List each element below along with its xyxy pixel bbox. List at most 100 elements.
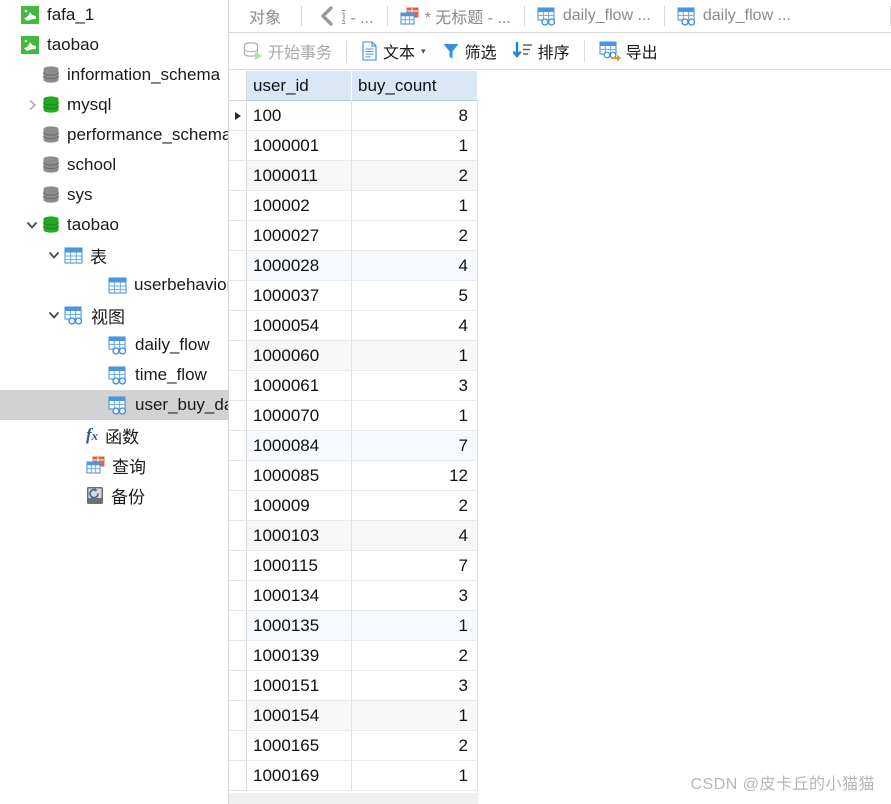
tree-item-user_buy_data[interactable]: user_buy_data	[0, 390, 228, 420]
table-row[interactable]: 1000028 4	[229, 251, 478, 281]
tab-3[interactable]: daily_flow ...	[523, 0, 664, 32]
table-row[interactable]: 1000037 5	[229, 281, 478, 311]
table-row[interactable]: 1000001 1	[229, 131, 478, 161]
tree-item-sys[interactable]: sys	[0, 180, 228, 210]
toolbar-button-文本[interactable]: 文本 ▾	[353, 36, 434, 66]
grid-column-header[interactable]: user_id	[247, 71, 352, 101]
cell-user_id[interactable]: 1000001	[247, 131, 352, 161]
row-selector-cell[interactable]	[229, 191, 247, 221]
cell-user_id[interactable]: 1000135	[247, 611, 352, 641]
cell-user_id[interactable]: 1000037	[247, 281, 352, 311]
row-selector-cell[interactable]	[229, 341, 247, 371]
tab-4[interactable]: daily_flow ...	[663, 0, 804, 32]
cell-buy_count[interactable]: 4	[352, 311, 478, 341]
cell-user_id[interactable]: 1000103	[247, 521, 352, 551]
table-row[interactable]: 100 8	[229, 101, 478, 131]
cell-buy_count[interactable]: 7	[352, 431, 478, 461]
table-row[interactable]: 1000084 7	[229, 431, 478, 461]
table-row[interactable]: 1000151 3	[229, 671, 478, 701]
cell-user_id[interactable]: 1000165	[247, 731, 352, 761]
row-selector-cell[interactable]	[229, 491, 247, 521]
chevron-down-icon[interactable]	[22, 219, 42, 231]
cell-user_id[interactable]: 1000028	[247, 251, 352, 281]
cell-user_id[interactable]: 1000134	[247, 581, 352, 611]
cell-buy_count[interactable]: 4	[352, 251, 478, 281]
cell-buy_count[interactable]: 2	[352, 491, 478, 521]
tab-2[interactable]: * 无标题 - ...	[386, 0, 524, 32]
row-selector-cell[interactable]	[229, 431, 247, 461]
cell-user_id[interactable]: 1000115	[247, 551, 352, 581]
table-row[interactable]: 100009 2	[229, 491, 478, 521]
row-selector-cell[interactable]	[229, 281, 247, 311]
tab-objects[interactable]: 对象	[229, 0, 301, 32]
cell-user_id[interactable]: 1000154	[247, 701, 352, 731]
table-row[interactable]: 1000165 2	[229, 731, 478, 761]
toolbar-button-导出[interactable]: 导出	[591, 36, 666, 66]
cell-user_id[interactable]: 1000151	[247, 671, 352, 701]
tree-item-备份[interactable]: 备份	[0, 480, 228, 510]
table-row[interactable]: 1000139 2	[229, 641, 478, 671]
cell-user_id[interactable]: 1000085	[247, 461, 352, 491]
toolbar-button-筛选[interactable]: 筛选	[434, 36, 505, 66]
tree-item-userbehavior[interactable]: userbehavior	[0, 270, 228, 300]
tree-item-daily_flow[interactable]: daily_flow	[0, 330, 228, 360]
cell-user_id[interactable]: 1000061	[247, 371, 352, 401]
cell-buy_count[interactable]: 2	[352, 221, 478, 251]
cell-user_id[interactable]: 1000027	[247, 221, 352, 251]
tree-item-taobao[interactable]: taobao	[0, 30, 228, 60]
cell-buy_count[interactable]: 4	[352, 521, 478, 551]
row-selector-cell[interactable]	[229, 581, 247, 611]
cell-buy_count[interactable]: 12	[352, 461, 478, 491]
chevron-right-icon[interactable]	[22, 99, 42, 111]
cell-user_id[interactable]: 1000084	[247, 431, 352, 461]
cell-buy_count[interactable]: 2	[352, 161, 478, 191]
data-grid[interactable]: user_id buy_count 100 8 1000001 1 1000011 2 1000…	[229, 71, 478, 791]
row-selector-cell[interactable]	[229, 131, 247, 161]
tree-item-fafa_1[interactable]: fafa_1	[0, 0, 228, 30]
table-row[interactable]: 1000085 12	[229, 461, 478, 491]
chevron-down-icon[interactable]	[44, 309, 64, 321]
cell-buy_count[interactable]: 1	[352, 401, 478, 431]
cell-user_id[interactable]: 100	[247, 101, 352, 131]
row-selector-cell[interactable]	[229, 701, 247, 731]
cell-buy_count[interactable]: 1	[352, 611, 478, 641]
cell-buy_count[interactable]: 1	[352, 131, 478, 161]
table-row[interactable]: 1000054 4	[229, 311, 478, 341]
table-row[interactable]: 1000103 4	[229, 521, 478, 551]
cell-user_id[interactable]: 1000139	[247, 641, 352, 671]
row-selector-cell[interactable]	[229, 371, 247, 401]
cell-user_id[interactable]: 1000060	[247, 341, 352, 371]
toolbar-button-排序[interactable]: 排序	[505, 36, 578, 66]
tree-item-查询[interactable]: 查询	[0, 450, 228, 480]
table-row[interactable]: 100002 1	[229, 191, 478, 221]
tree-item-information_schema[interactable]: information_schema	[0, 60, 228, 90]
tree-item-time_flow[interactable]: time_flow	[0, 360, 228, 390]
row-selector-cell[interactable]	[229, 671, 247, 701]
cell-buy_count[interactable]: 5	[352, 281, 478, 311]
row-selector-cell[interactable]	[229, 521, 247, 551]
tree-item-school[interactable]: school	[0, 150, 228, 180]
cell-buy_count[interactable]: 3	[352, 371, 478, 401]
row-selector-cell[interactable]	[229, 611, 247, 641]
row-selector-cell[interactable]	[229, 401, 247, 431]
row-selector-cell[interactable]	[229, 731, 247, 761]
tree-item-mysql[interactable]: mysql	[0, 90, 228, 120]
row-selector-cell[interactable]	[229, 461, 247, 491]
row-selector-cell[interactable]	[229, 161, 247, 191]
cell-buy_count[interactable]: 2	[352, 641, 478, 671]
row-selector-cell[interactable]	[229, 251, 247, 281]
table-row[interactable]: 1000154 1	[229, 701, 478, 731]
result-toolbar[interactable]: 开始事务 文本 ▾ 筛选 排序 导出	[229, 33, 891, 70]
table-row[interactable]: 1000134 3	[229, 581, 478, 611]
grid-column-header[interactable]: buy_count	[352, 71, 478, 101]
cell-user_id[interactable]: 1000169	[247, 761, 352, 791]
cell-buy_count[interactable]: 1	[352, 701, 478, 731]
row-selector-cell[interactable]	[229, 641, 247, 671]
cell-user_id[interactable]: 100002	[247, 191, 352, 221]
table-row[interactable]: 1000169 1	[229, 761, 478, 791]
table-row[interactable]: 1000135 1	[229, 611, 478, 641]
tree-item-函数[interactable]: fx 函数	[0, 420, 228, 450]
cell-buy_count[interactable]: 7	[352, 551, 478, 581]
cell-buy_count[interactable]: 2	[352, 731, 478, 761]
table-row[interactable]: 1000061 3	[229, 371, 478, 401]
